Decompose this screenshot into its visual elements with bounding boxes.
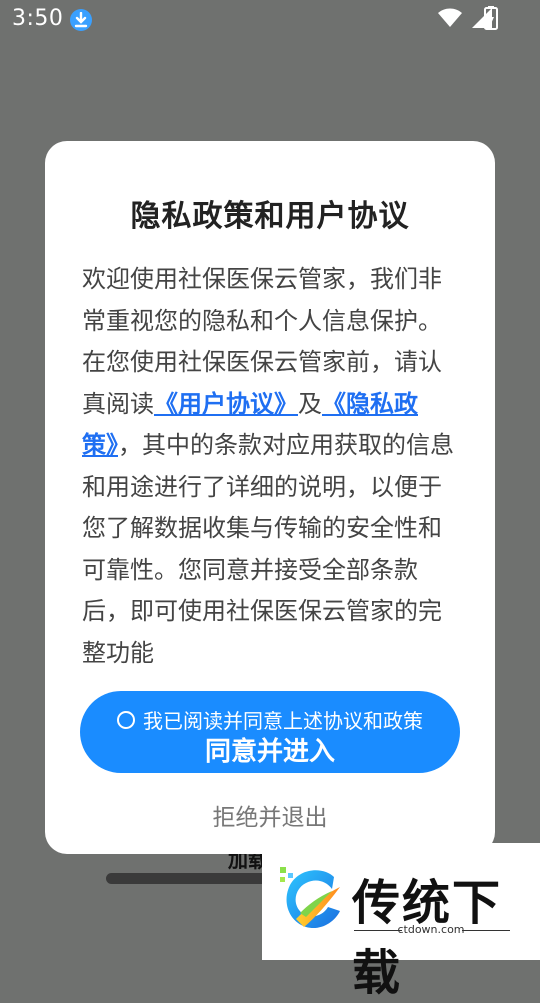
dialog-title: 隐私政策和用户协议	[130, 199, 410, 234]
battery-charging-icon	[484, 6, 498, 30]
status-bar: 3:50	[0, 0, 540, 38]
consent-row[interactable]: 我已阅读并同意上述协议和政策	[80, 705, 460, 734]
and-text: 及	[298, 389, 322, 418]
watermark: 传统下载 ctdown.com	[262, 843, 540, 1001]
watermark-divider-right	[462, 930, 510, 931]
dialog-body: 欢迎使用社保医保云管家，我们非常重视您的隐私和个人信息保护。在您使用社保医保云管…	[82, 259, 462, 674]
consent-radio-icon[interactable]	[117, 710, 135, 729]
agree-button-label: 同意并进入	[204, 737, 335, 767]
privacy-dialog: 隐私政策和用户协议 欢迎使用社保医保云管家，我们非常重视您的隐私和个人信息保护。…	[45, 141, 495, 854]
consent-label: 我已阅读并同意上述协议和政策	[143, 709, 423, 733]
status-time: 3:50	[12, 6, 64, 31]
refuse-button[interactable]: 拒绝并退出	[45, 798, 495, 832]
agree-button[interactable]: 我已阅读并同意上述协议和政策 同意并进入	[80, 691, 460, 773]
watermark-logo-icon	[280, 867, 340, 929]
user-agreement-link[interactable]: 《用户协议》	[154, 390, 298, 418]
wifi-icon	[438, 8, 462, 27]
body-text-part2: ，其中的条款对应用获取的信息和用途进行了详细的说明，以便于您了解数据收集与传输的…	[82, 431, 454, 667]
download-icon	[70, 9, 92, 31]
